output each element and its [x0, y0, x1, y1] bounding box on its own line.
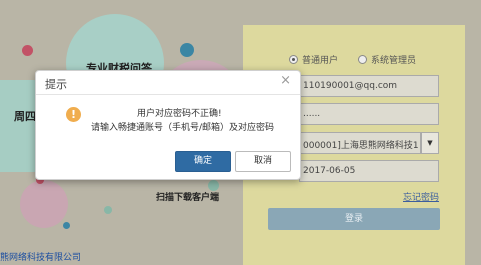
cancel-button[interactable]: 取消	[235, 151, 291, 172]
role-normal-label[interactable]: 普通用户	[302, 53, 338, 66]
dialog-message-line2: 请输入畅捷通账号（手机号/邮箱）及对应密码	[91, 123, 275, 133]
week-label: 周四	[14, 110, 36, 123]
company-select[interactable]: 000001]上海思熊网络科技1	[299, 132, 421, 154]
date-field[interactable]: 2017-06-05	[299, 160, 439, 182]
decor-dot	[22, 45, 33, 56]
ok-button[interactable]: 确定	[175, 151, 231, 172]
chevron-down-icon[interactable]: ▼	[421, 132, 439, 154]
radio-admin[interactable]	[358, 55, 368, 64]
scan-download-label[interactable]: 扫描下载客户端	[156, 190, 219, 203]
decor-dot	[63, 222, 70, 229]
close-icon[interactable]: ×	[280, 74, 291, 87]
forgot-password-link[interactable]: 忘记密码	[403, 190, 439, 203]
company-footer: 熊网络科技有限公司	[0, 253, 82, 263]
decor-dot	[180, 43, 194, 57]
decor-dot	[104, 206, 112, 214]
email-field[interactable]: 110190001@qq.com	[299, 75, 439, 97]
dialog-header: 提示 ×	[36, 71, 300, 95]
radio-normal-user[interactable]	[289, 55, 298, 64]
dialog-title: 提示	[45, 78, 67, 91]
warning-icon: !	[66, 107, 81, 122]
dialog-message-line1: 用户对应密码不正确!	[137, 109, 222, 119]
password-field[interactable]: ......	[299, 103, 439, 125]
login-button[interactable]: 登录	[268, 208, 440, 230]
decor-circle	[20, 180, 68, 228]
role-admin-label[interactable]: 系统管理员	[371, 53, 416, 66]
role-selector: 普通用户 系统管理员	[289, 53, 416, 66]
alert-dialog: 提示 × ! 用户对应密码不正确! 请输入畅捷通账号（手机号/邮箱）及对应密码 …	[35, 70, 301, 180]
